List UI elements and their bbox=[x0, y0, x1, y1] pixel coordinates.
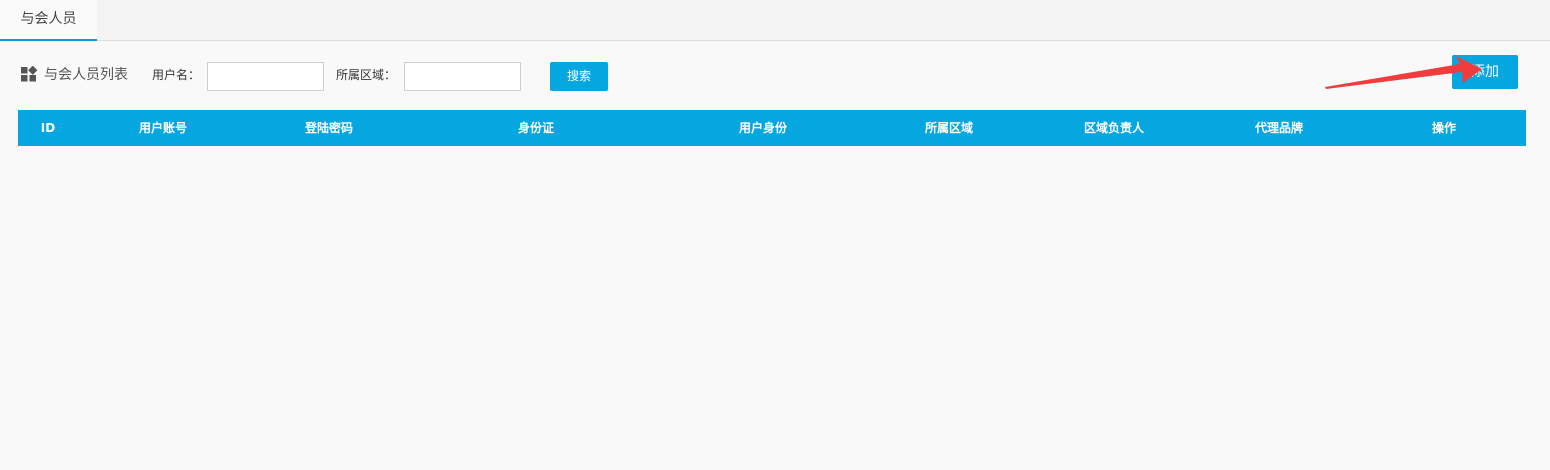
column-header-agent-brand[interactable]: 代理品牌 bbox=[1255, 110, 1303, 146]
username-input[interactable] bbox=[207, 62, 324, 91]
column-header-region[interactable]: 所属区域 bbox=[925, 110, 973, 146]
table-header: ID 用户账号 登陆密码 身份证 用户身份 所属区域 区域负责人 代理品牌 操作 bbox=[18, 110, 1526, 146]
column-header-region-manager[interactable]: 区域负责人 bbox=[1084, 110, 1144, 146]
add-button[interactable]: 添加 bbox=[1452, 55, 1518, 89]
grid-icon bbox=[21, 66, 37, 82]
column-header-user-role[interactable]: 用户身份 bbox=[739, 110, 787, 146]
column-header-id[interactable]: ID bbox=[41, 110, 55, 146]
column-header-account[interactable]: 用户账号 bbox=[139, 110, 187, 146]
column-header-actions[interactable]: 操作 bbox=[1432, 110, 1456, 146]
column-header-password[interactable]: 登陆密码 bbox=[305, 110, 353, 146]
tab-attendees[interactable]: 与会人员 bbox=[0, 0, 97, 41]
username-label: 用户名： bbox=[152, 68, 201, 82]
search-button[interactable]: 搜索 bbox=[550, 62, 608, 91]
column-header-id-card[interactable]: 身份证 bbox=[518, 110, 554, 146]
region-input[interactable] bbox=[404, 62, 521, 91]
list-title: 与会人员列表 bbox=[44, 67, 128, 83]
region-label: 所属区域： bbox=[336, 68, 397, 82]
tab-bar: 与会人员 bbox=[0, 0, 1550, 41]
